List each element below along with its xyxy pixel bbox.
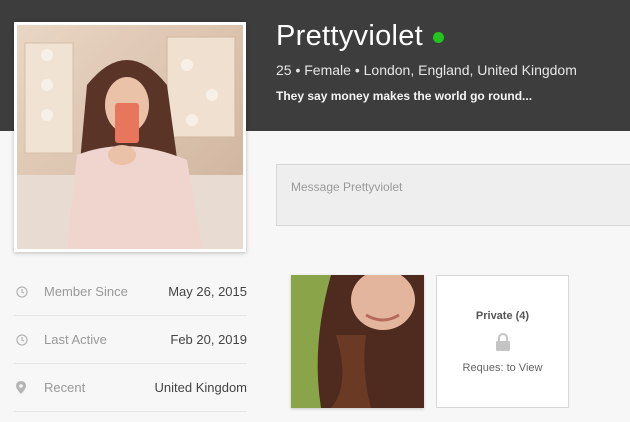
message-placeholder: Message Prettyviolet (291, 180, 403, 194)
recent-value: United Kingdom (154, 380, 248, 395)
private-photos-card[interactable]: Private (4) Reques: to View (436, 275, 569, 408)
info-row-member-since: Member Since May 26, 2015 (14, 268, 247, 316)
last-active-value: Feb 20, 2019 (170, 332, 247, 347)
recent-label: Recent (44, 380, 86, 395)
info-row-last-active: Last Active Feb 20, 2019 (14, 316, 247, 364)
member-since-label: Member Since (44, 284, 128, 299)
username-text: Prettyviolet (276, 20, 424, 52)
profile-username: Prettyviolet (276, 20, 445, 53)
message-input[interactable]: Message Prettyviolet (276, 164, 630, 226)
last-active-label: Last Active (44, 332, 107, 347)
online-status-icon (433, 32, 445, 43)
info-row-recent: Recent United Kingdom (14, 364, 247, 412)
map-pin-icon (14, 381, 44, 394)
private-photos-title: Private (4) (475, 310, 530, 322)
profile-meta: 25 • Female • London, England, United Ki… (276, 62, 577, 78)
request-to-view-link[interactable]: Reques: to View (437, 362, 568, 374)
clock-icon (14, 285, 44, 298)
profile-tagline: They say money makes the world go round.… (276, 89, 533, 103)
clock-icon (14, 333, 44, 346)
gallery-photo[interactable] (291, 275, 424, 408)
profile-photo[interactable] (14, 22, 246, 252)
lock-icon (495, 332, 511, 354)
member-since-value: May 26, 2015 (168, 284, 247, 299)
